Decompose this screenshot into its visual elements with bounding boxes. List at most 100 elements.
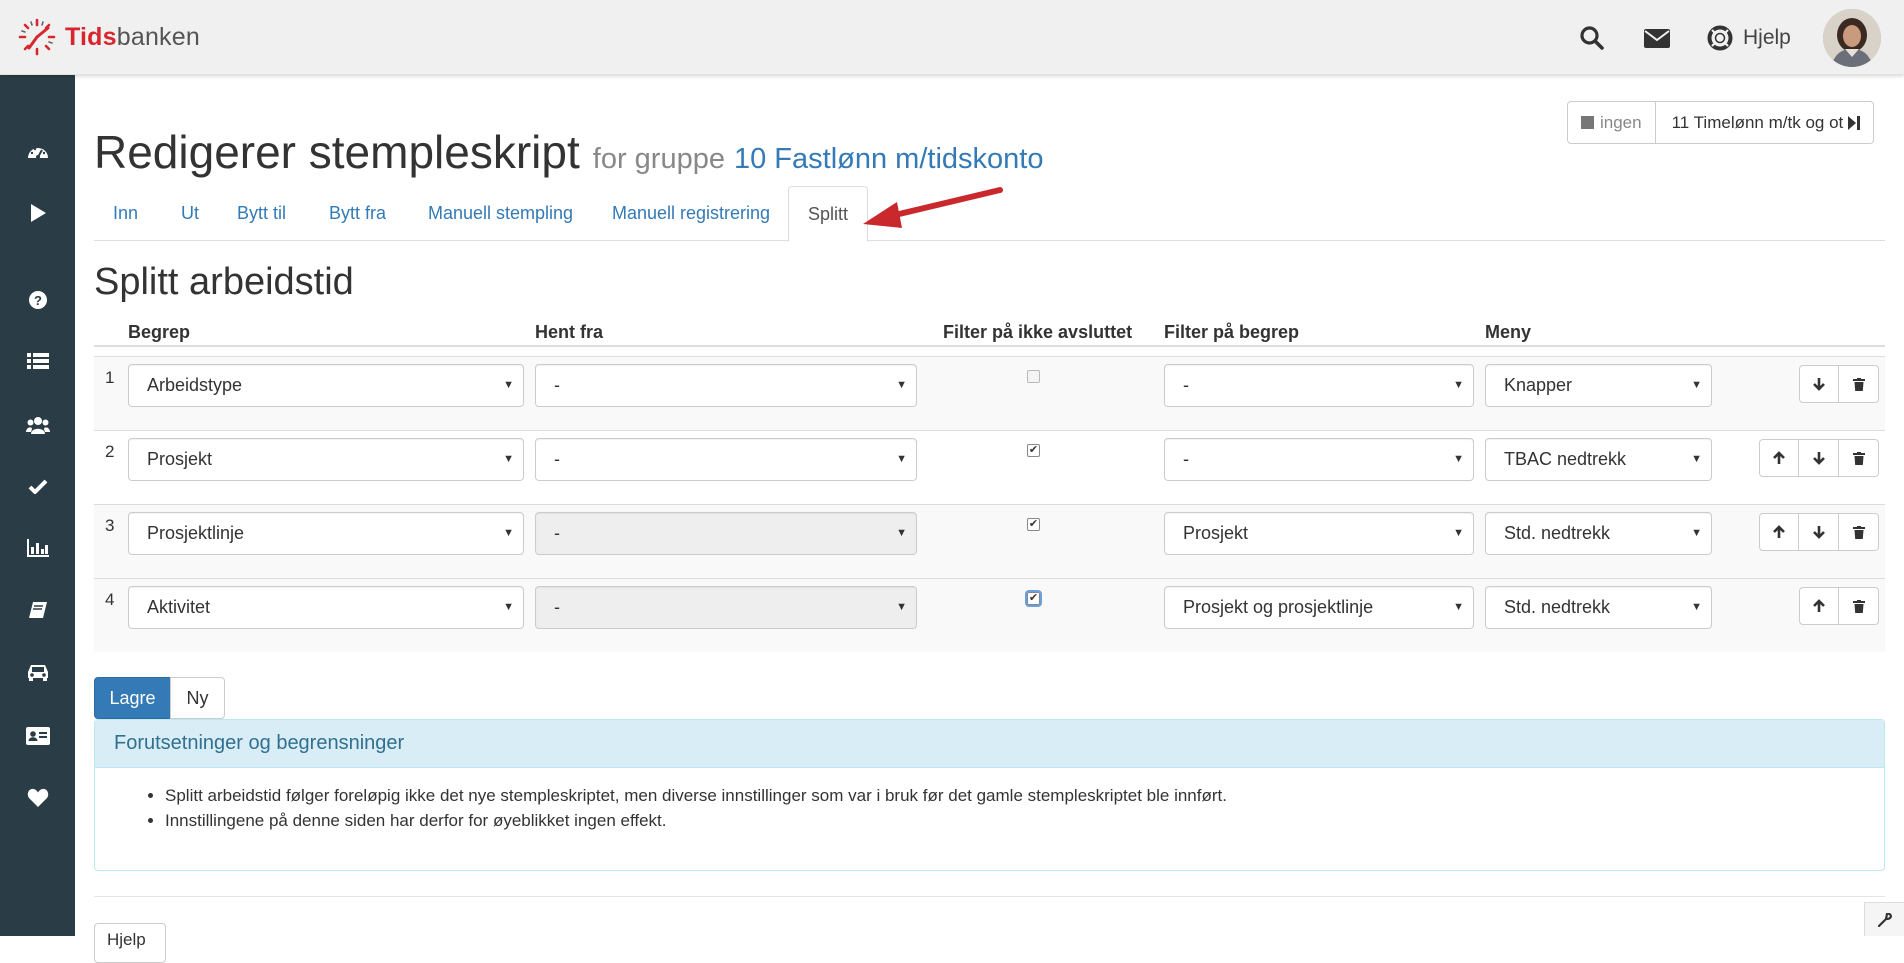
heart-icon — [27, 788, 48, 807]
begrep-select[interactable]: Arbeidstype ▼ — [128, 364, 524, 407]
arrow-up-icon — [1813, 599, 1825, 612]
mail-icon[interactable] — [1641, 22, 1673, 54]
hent-fra-select[interactable]: - ▼ — [535, 438, 917, 481]
sidebar-item-car[interactable] — [0, 652, 75, 692]
tab-label: Ut — [181, 203, 199, 223]
begrep-select[interactable]: Prosjektlinje ▼ — [128, 512, 524, 555]
trash-icon — [1852, 525, 1865, 539]
new-button[interactable]: Ny — [170, 677, 225, 719]
select-value: TBAC nedtrekk — [1504, 449, 1627, 469]
play-icon — [30, 204, 46, 222]
hent-fra-select: - ▼ — [535, 512, 917, 555]
move-down-button[interactable] — [1799, 439, 1839, 477]
tab-label: Bytt fra — [329, 203, 387, 223]
select-value: Std. nedtrekk — [1504, 597, 1611, 617]
filter-begrep-select[interactable]: Prosjekt og prosjektlinje ▼ — [1164, 586, 1474, 629]
trash-icon — [1852, 599, 1865, 613]
filter-ikke-avsluttet-checkbox[interactable]: ✔ — [1027, 444, 1040, 457]
sidebar-item-list[interactable] — [0, 341, 75, 381]
tab-label: Inn — [113, 203, 139, 223]
page-title: Redigerer stempleskript for gruppe 10 Fa… — [94, 125, 1043, 179]
tab-inn[interactable]: Inn — [94, 186, 157, 241]
tab-label: Splitt — [808, 203, 849, 224]
bar-chart-icon — [26, 539, 49, 557]
tab-label: Manuell stempling — [428, 203, 574, 223]
sidebar-item-play[interactable] — [0, 193, 75, 233]
dashboard-icon — [27, 147, 48, 159]
tab-manuell-registrering[interactable]: Manuell registrering — [593, 186, 789, 241]
sidebar-item-users[interactable] — [0, 405, 75, 445]
tab-bytt-til[interactable]: Bytt til — [218, 186, 305, 241]
sidebar-item-reports[interactable] — [0, 528, 75, 568]
sidebar-item-dashboard[interactable] — [0, 131, 75, 171]
table-row: 4 Aktivitet ▼ - ▼ ✔ Prosjekt og prosjektli… — [94, 578, 1885, 652]
sidebar-item-approve[interactable] — [0, 467, 75, 507]
caret-down-icon: ▼ — [1453, 527, 1464, 539]
book-icon — [28, 602, 47, 618]
tab-bytt-fra[interactable]: Bytt fra — [310, 186, 405, 241]
select-value: - — [554, 449, 560, 469]
save-button[interactable]: Lagre — [94, 677, 171, 719]
caret-down-icon: ▼ — [1691, 453, 1702, 465]
row-number: 4 — [105, 590, 115, 609]
begrep-select[interactable]: Aktivitet ▼ — [128, 586, 524, 629]
arrow-down-icon — [1812, 526, 1825, 539]
filter-ikke-avsluttet-checkbox[interactable]: ✔ — [1025, 590, 1042, 607]
filter-begrep-select[interactable]: - ▼ — [1164, 364, 1474, 407]
sidebar-item-book[interactable] — [0, 590, 75, 630]
col-hent-fra: Hent fra — [535, 322, 604, 342]
filter-begrep-select[interactable]: - ▼ — [1164, 438, 1474, 481]
check-icon — [28, 479, 47, 494]
col-meny: Meny — [1485, 322, 1532, 342]
user-avatar[interactable] — [1823, 9, 1881, 67]
question-circle-icon: ? — [28, 291, 47, 309]
delete-button[interactable] — [1839, 587, 1879, 625]
sidebar-item-help[interactable]: ? — [0, 280, 75, 320]
help-button[interactable]: Hjelp — [94, 923, 166, 963]
move-up-button[interactable] — [1799, 587, 1839, 625]
tab-manuell-stempling[interactable]: Manuell stempling — [409, 186, 592, 241]
top-bar: Tidsbanken Hjelp — [0, 0, 1904, 75]
delete-button[interactable] — [1839, 439, 1879, 477]
meny-select[interactable]: Std. nedtrekk ▼ — [1485, 586, 1712, 629]
move-down-button[interactable] — [1799, 513, 1839, 551]
hent-fra-select[interactable]: - ▼ — [535, 364, 917, 407]
help-link[interactable]: Hjelp — [1707, 22, 1791, 54]
app-logo[interactable]: Tidsbanken — [17, 17, 200, 57]
move-down-button[interactable] — [1799, 365, 1839, 403]
sidebar-item-id-card[interactable] — [0, 716, 75, 756]
page-title-text: Redigerer stempleskript — [94, 126, 580, 178]
tab-ut[interactable]: Ut — [162, 186, 218, 241]
logo-text-part1: Tids — [65, 22, 117, 51]
move-up-button[interactable] — [1759, 513, 1799, 551]
caret-down-icon: ▼ — [1691, 379, 1702, 391]
hent-fra-select: - ▼ — [535, 586, 917, 629]
table-row: 2 Prosjekt ▼ - ▼ ✔ - ▼ TBAC nedtrekk ▼ — [94, 430, 1885, 504]
delete-button[interactable] — [1839, 365, 1879, 403]
caret-down-icon: ▼ — [1453, 453, 1464, 465]
caret-down-icon: ▼ — [1691, 527, 1702, 539]
list-icon — [26, 353, 49, 369]
select-value: Arbeidstype — [147, 375, 243, 395]
info-panel: Forutsetninger og begrensninger Splitt a… — [94, 719, 1885, 871]
wrench-icon[interactable] — [1864, 902, 1904, 936]
begrep-select[interactable]: Prosjekt ▼ — [128, 438, 524, 481]
filter-begrep-select[interactable]: Prosjekt ▼ — [1164, 512, 1474, 555]
meny-select[interactable]: Knapper ▼ — [1485, 364, 1712, 407]
group-nav-none-button[interactable]: ingen — [1568, 102, 1656, 143]
trash-icon — [1852, 451, 1865, 465]
sidebar-item-favorites[interactable] — [0, 778, 75, 818]
group-nav-next-button[interactable]: 11 Timelønn m/tk og ot — [1656, 102, 1874, 143]
delete-button[interactable] — [1839, 513, 1879, 551]
meny-select[interactable]: Std. nedtrekk ▼ — [1485, 512, 1712, 555]
row-number: 3 — [105, 516, 115, 535]
filter-ikke-avsluttet-checkbox[interactable]: ✔ — [1027, 518, 1040, 531]
move-up-button[interactable] — [1759, 439, 1799, 477]
filter-ikke-avsluttet-checkbox[interactable] — [1027, 370, 1040, 383]
caret-down-icon: ▼ — [896, 379, 907, 391]
search-icon[interactable] — [1576, 22, 1608, 54]
arrow-up-icon — [1773, 525, 1785, 538]
meny-select[interactable]: TBAC nedtrekk ▼ — [1485, 438, 1712, 481]
group-link[interactable]: 10 Fastlønn m/tidskonto — [734, 143, 1043, 175]
select-value: Std. nedtrekk — [1504, 523, 1611, 543]
